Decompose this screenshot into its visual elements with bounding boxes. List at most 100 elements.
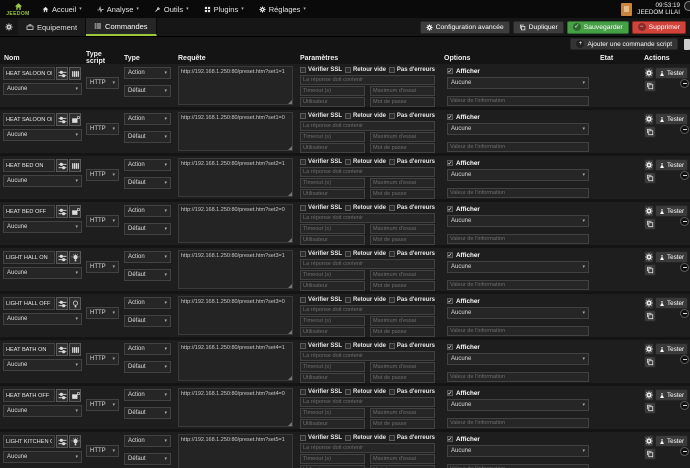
info-value-input[interactable] bbox=[447, 372, 589, 382]
command-icon-button[interactable] bbox=[69, 343, 81, 356]
type-select[interactable]: Action ▾ bbox=[124, 67, 171, 79]
max-try-input[interactable] bbox=[370, 86, 435, 96]
type-script-select[interactable]: HTTP ▾ bbox=[86, 261, 119, 273]
link-select[interactable]: Aucune ▾ bbox=[3, 359, 82, 371]
type-script-select[interactable]: HTTP ▾ bbox=[86, 399, 119, 411]
copy-command-button[interactable] bbox=[644, 172, 656, 184]
timeout-input[interactable] bbox=[300, 316, 365, 326]
resize-handle-icon[interactable] bbox=[288, 100, 292, 104]
resize-handle-icon[interactable] bbox=[288, 146, 292, 150]
type-select[interactable]: Action ▾ bbox=[124, 343, 171, 355]
command-name-input[interactable] bbox=[3, 67, 55, 80]
remove-command-button[interactable] bbox=[680, 309, 689, 318]
link-select[interactable]: Aucune ▾ bbox=[3, 313, 82, 325]
tester-button[interactable]: Tester bbox=[655, 113, 688, 125]
afficher-checkbox[interactable]: ✓ Afficher bbox=[447, 159, 589, 167]
copy-command-button[interactable] bbox=[644, 448, 656, 460]
command-icon-button[interactable] bbox=[69, 297, 81, 310]
user-avatar[interactable] bbox=[621, 3, 632, 16]
copy-command-button[interactable] bbox=[644, 126, 656, 138]
empty-return-checkbox[interactable]: Retour vide bbox=[345, 159, 386, 165]
no-errors-checkbox[interactable]: Pas d'erreurs bbox=[389, 389, 435, 395]
response-contains-input[interactable] bbox=[300, 351, 435, 361]
command-icon-button[interactable] bbox=[69, 389, 81, 402]
link-select[interactable]: Aucune ▾ bbox=[3, 221, 82, 233]
response-contains-input[interactable] bbox=[300, 305, 435, 315]
scrollbar-thumb[interactable] bbox=[684, 39, 690, 50]
afficher-checkbox[interactable]: ✓ Afficher bbox=[447, 67, 589, 75]
timeout-input[interactable] bbox=[300, 224, 365, 234]
resize-handle-icon[interactable] bbox=[288, 422, 292, 426]
display-settings-button[interactable] bbox=[56, 389, 68, 402]
password-input[interactable] bbox=[370, 419, 435, 429]
verify-ssl-checkbox[interactable]: Vérifier SSL bbox=[300, 343, 342, 349]
configure-command-button[interactable] bbox=[644, 159, 654, 171]
password-input[interactable] bbox=[370, 281, 435, 291]
response-contains-input[interactable] bbox=[300, 121, 435, 131]
remove-command-button[interactable] bbox=[680, 171, 689, 180]
command-name-input[interactable] bbox=[3, 343, 55, 356]
type-script-select[interactable]: HTTP ▾ bbox=[86, 353, 119, 365]
afficher-checkbox[interactable]: ✓ Afficher bbox=[447, 389, 589, 397]
subtype-select[interactable]: Défaut ▾ bbox=[124, 177, 171, 189]
no-errors-checkbox[interactable]: Pas d'erreurs bbox=[389, 113, 435, 119]
empty-return-checkbox[interactable]: Retour vide bbox=[345, 113, 386, 119]
command-icon-button[interactable] bbox=[69, 67, 81, 80]
verify-ssl-checkbox[interactable]: Vérifier SSL bbox=[300, 389, 342, 395]
option-select[interactable]: Aucune ▾ bbox=[447, 399, 589, 411]
copy-command-button[interactable] bbox=[644, 80, 656, 92]
link-select[interactable]: Aucune ▾ bbox=[3, 267, 82, 279]
type-select[interactable]: Action ▾ bbox=[124, 435, 171, 447]
no-errors-checkbox[interactable]: Pas d'erreurs bbox=[389, 251, 435, 257]
type-script-select[interactable]: HTTP ▾ bbox=[86, 169, 119, 181]
type-script-select[interactable]: HTTP ▾ bbox=[86, 307, 119, 319]
empty-return-checkbox[interactable]: Retour vide bbox=[345, 297, 386, 303]
subtype-select[interactable]: Défaut ▾ bbox=[124, 131, 171, 143]
configure-command-button[interactable] bbox=[644, 435, 654, 447]
remove-command-button[interactable] bbox=[680, 217, 689, 226]
display-settings-button[interactable] bbox=[56, 205, 68, 218]
configure-command-button[interactable] bbox=[644, 343, 654, 355]
verify-ssl-checkbox[interactable]: Vérifier SSL bbox=[300, 113, 342, 119]
response-contains-input[interactable] bbox=[300, 213, 435, 223]
tester-button[interactable]: Tester bbox=[655, 297, 688, 309]
tester-button[interactable]: Tester bbox=[655, 251, 688, 263]
command-name-input[interactable] bbox=[3, 205, 55, 218]
link-select[interactable]: Aucune ▾ bbox=[3, 83, 82, 95]
option-select[interactable]: Aucune ▾ bbox=[447, 77, 589, 89]
command-icon-button[interactable] bbox=[69, 205, 81, 218]
timeout-input[interactable] bbox=[300, 132, 365, 142]
user-input[interactable] bbox=[300, 97, 365, 107]
request-textarea[interactable]: http://192.168.1.250:80/preset.htm?set2=… bbox=[178, 204, 293, 243]
max-try-input[interactable] bbox=[370, 316, 435, 326]
command-name-input[interactable] bbox=[3, 389, 55, 402]
password-input[interactable] bbox=[370, 143, 435, 153]
afficher-checkbox[interactable]: ✓ Afficher bbox=[447, 297, 589, 305]
info-value-input[interactable] bbox=[447, 96, 589, 106]
verify-ssl-checkbox[interactable]: Vérifier SSL bbox=[300, 67, 342, 73]
subtype-select[interactable]: Défaut ▾ bbox=[124, 453, 171, 465]
type-select[interactable]: Action ▾ bbox=[124, 159, 171, 171]
max-try-input[interactable] bbox=[370, 270, 435, 280]
max-try-input[interactable] bbox=[370, 178, 435, 188]
copy-command-button[interactable] bbox=[644, 264, 656, 276]
type-select[interactable]: Action ▾ bbox=[124, 113, 171, 125]
command-icon-button[interactable] bbox=[69, 435, 81, 448]
menu-item-analyse[interactable]: Analyse ▾ bbox=[97, 5, 139, 14]
empty-return-checkbox[interactable]: Retour vide bbox=[345, 343, 386, 349]
info-value-input[interactable] bbox=[447, 326, 589, 336]
request-textarea[interactable]: http://192.168.1.250:80/preset.htm?set4=… bbox=[178, 342, 293, 381]
no-errors-checkbox[interactable]: Pas d'erreurs bbox=[389, 435, 435, 441]
configure-command-button[interactable] bbox=[644, 389, 654, 401]
menu-item-reglages[interactable]: Réglages ▾ bbox=[259, 5, 306, 14]
subtype-select[interactable]: Défaut ▾ bbox=[124, 361, 171, 373]
empty-return-checkbox[interactable]: Retour vide bbox=[345, 435, 386, 441]
link-select[interactable]: Aucune ▾ bbox=[3, 175, 82, 187]
subtype-select[interactable]: Défaut ▾ bbox=[124, 407, 171, 419]
max-try-input[interactable] bbox=[370, 362, 435, 372]
display-settings-button[interactable] bbox=[56, 343, 68, 356]
type-script-select[interactable]: HTTP ▾ bbox=[86, 77, 119, 89]
menu-item-accueil[interactable]: Accueil ▾ bbox=[42, 5, 82, 14]
remove-command-button[interactable] bbox=[680, 125, 689, 134]
request-textarea[interactable]: http://192.168.1.250:80/preset.htm?set3=… bbox=[178, 250, 293, 289]
